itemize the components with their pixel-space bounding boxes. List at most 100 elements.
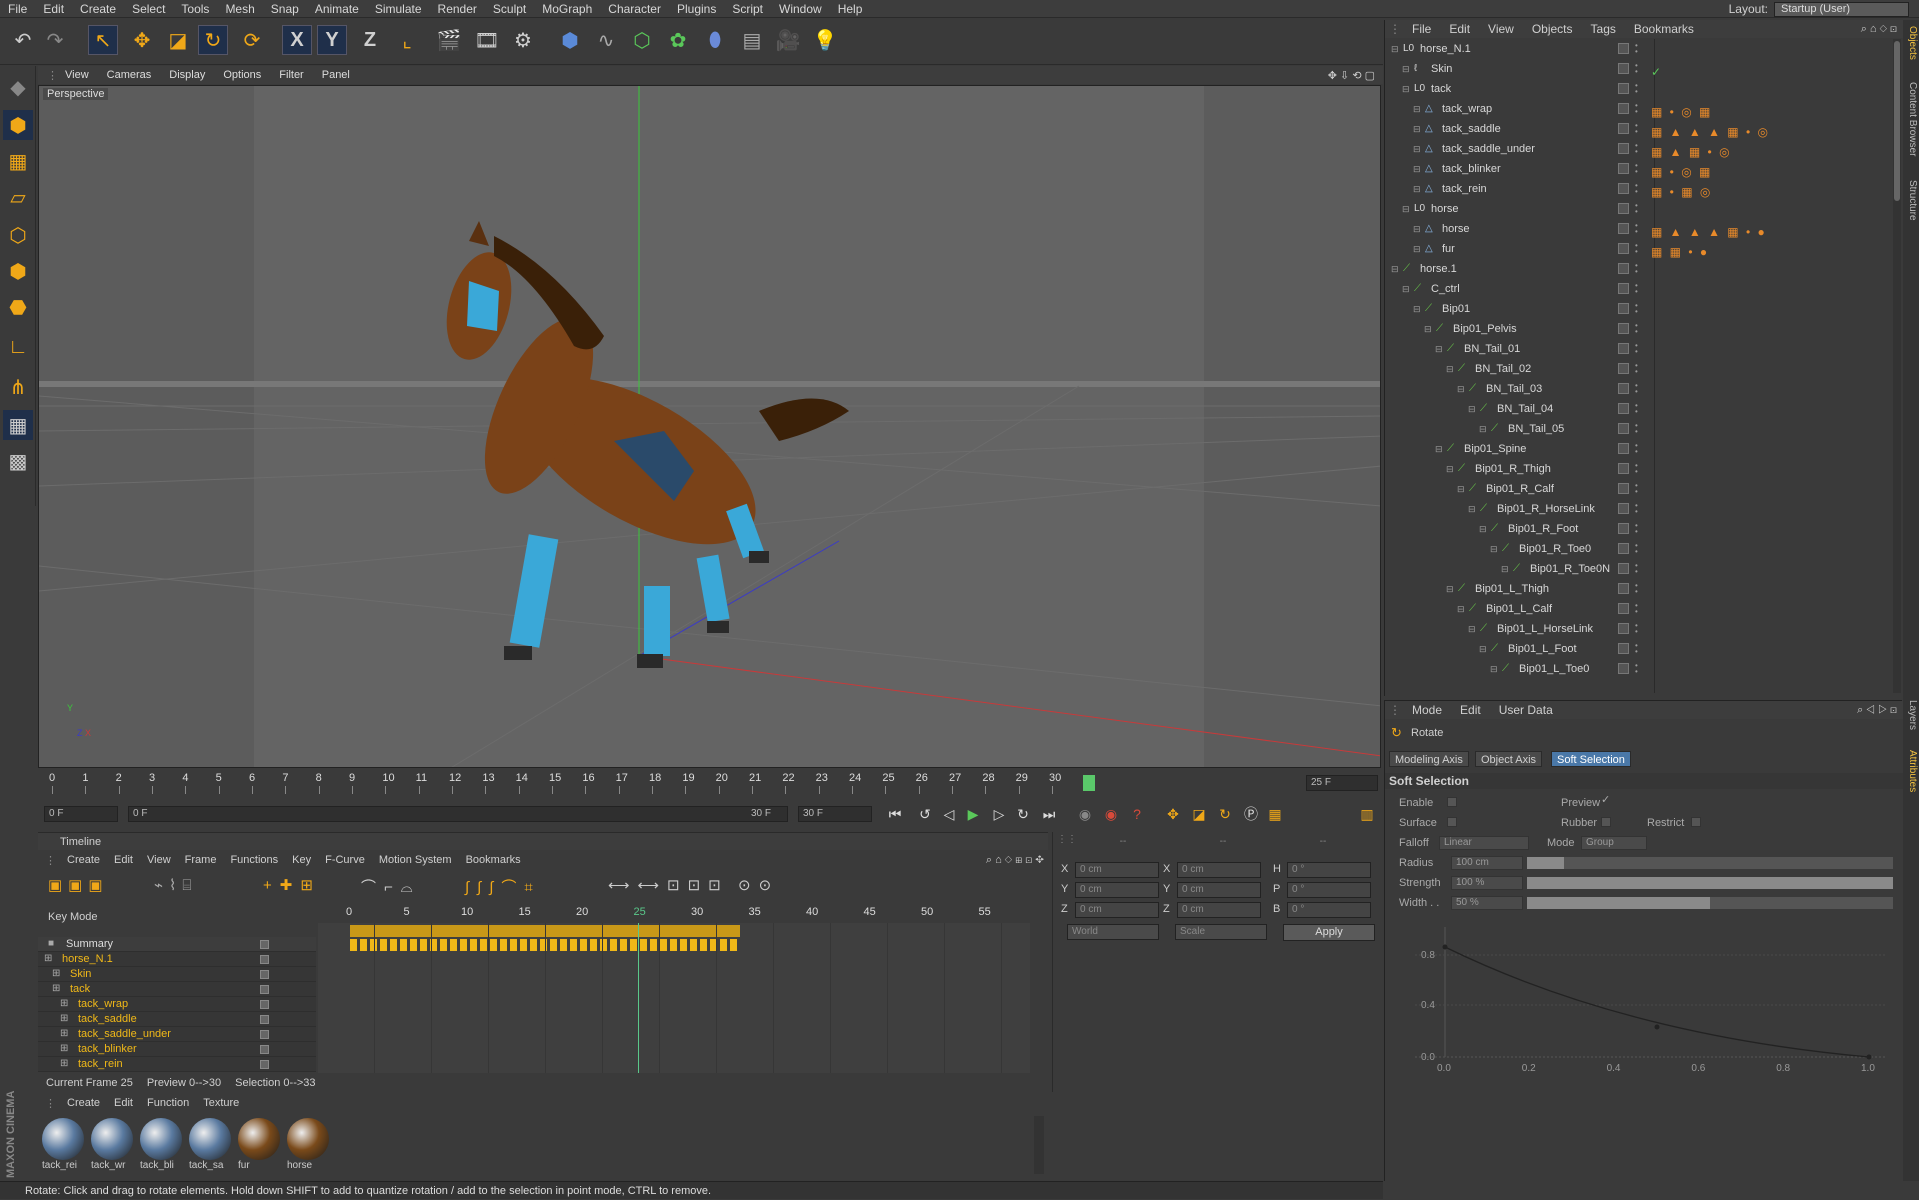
- object-visibility-dots[interactable]: • •: [1635, 242, 1641, 256]
- next-key-icon[interactable]: ↻: [1012, 804, 1034, 824]
- object-row[interactable]: ⊟ ℓ Skin • • ✓: [1385, 59, 1893, 80]
- timeline-track-row[interactable]: ⊞ Skin: [38, 967, 316, 982]
- object-visibility-dots[interactable]: • •: [1635, 202, 1641, 216]
- snap-icon[interactable]: ⋔: [3, 372, 33, 402]
- object-row[interactable]: ⊟ ⟋ Bip01 • •: [1385, 299, 1893, 319]
- object-layer-checkbox[interactable]: [1618, 383, 1629, 394]
- object-visibility-dots[interactable]: • •: [1635, 62, 1641, 76]
- object-layer-checkbox[interactable]: [1618, 623, 1629, 634]
- object-expand-icon[interactable]: ⊟: [1479, 419, 1487, 439]
- object-expand-icon[interactable]: ⊟: [1391, 259, 1399, 279]
- object-expand-icon[interactable]: ⊟: [1413, 179, 1421, 199]
- side-tab-attributes[interactable]: Attributes: [1904, 750, 1918, 792]
- previous-frame-icon[interactable]: ◁: [938, 804, 960, 824]
- preview-checkbox[interactable]: ✓: [1601, 793, 1610, 806]
- keyframe-selection-icon[interactable]: ?: [1126, 804, 1148, 824]
- object-expand-icon[interactable]: ⊟: [1479, 639, 1487, 659]
- surface-checkbox[interactable]: [1447, 817, 1457, 827]
- object-visibility-dots[interactable]: • •: [1635, 162, 1641, 176]
- object-expand-icon[interactable]: ⊟: [1413, 119, 1421, 139]
- perspective-viewport[interactable]: Perspective Y X Z: [38, 85, 1381, 768]
- track-expand-icon[interactable]: ■: [48, 938, 54, 949]
- timeline-menu-frame[interactable]: Frame: [178, 854, 224, 866]
- timeline-track-row[interactable]: ⊞ tack_saddle_under: [38, 1027, 316, 1042]
- object-row[interactable]: ⊟ ⟋ Bip01_R_HorseLink • •: [1385, 499, 1893, 519]
- object-expand-icon[interactable]: ⊟: [1435, 339, 1443, 359]
- object-layer-checkbox[interactable]: [1618, 483, 1629, 494]
- track-enable-checkbox[interactable]: [260, 1060, 269, 1069]
- material-scrollbar[interactable]: [1034, 1116, 1044, 1174]
- object-expand-icon[interactable]: ⊟: [1413, 219, 1421, 239]
- timeline-menu-bookmarks[interactable]: Bookmarks: [459, 854, 528, 866]
- object-row[interactable]: ⊟ △ fur • • ▦ ▦ • ●: [1385, 239, 1893, 260]
- material-swatch[interactable]: tack_sa: [189, 1118, 233, 1176]
- timeline-track-row[interactable]: ⊞ tack: [38, 982, 316, 997]
- object-expand-icon[interactable]: ⊟: [1446, 579, 1454, 599]
- object-scrollbar[interactable]: [1893, 39, 1901, 693]
- timeline-menu-motion-system[interactable]: Motion System: [372, 854, 459, 866]
- object-row[interactable]: ⊟ △ horse • • ▦ ▲ ▲ ▲ ▦ • ●: [1385, 219, 1893, 240]
- menu-window[interactable]: Window: [771, 2, 830, 16]
- viewport-menu-options[interactable]: Options: [214, 69, 270, 81]
- object-visibility-dots[interactable]: • •: [1635, 42, 1641, 56]
- object-visibility-dots[interactable]: • •: [1635, 402, 1641, 416]
- deformer-icon[interactable]: ⬮: [700, 25, 730, 55]
- object-visibility-dots[interactable]: • •: [1635, 622, 1641, 636]
- object-layer-checkbox[interactable]: [1618, 183, 1629, 194]
- menu-help[interactable]: Help: [830, 2, 871, 16]
- object-menu-objects[interactable]: Objects: [1523, 22, 1582, 36]
- axis-mode-icon[interactable]: ∟: [3, 332, 33, 362]
- track-enable-checkbox[interactable]: [260, 970, 269, 979]
- object-row[interactable]: ⊟ L0 tack • •: [1385, 79, 1893, 99]
- object-row[interactable]: ⊟ ⟋ BN_Tail_05 • •: [1385, 419, 1893, 439]
- menu-mesh[interactable]: Mesh: [217, 2, 262, 16]
- viewport-navigation-icon[interactable]: ✥ ⇩ ⟲ ▢: [1328, 69, 1375, 82]
- object-expand-icon[interactable]: ⊟: [1490, 659, 1498, 679]
- record-active-icon[interactable]: ◉: [1074, 804, 1096, 824]
- x-axis-button[interactable]: X: [282, 25, 312, 55]
- object-expand-icon[interactable]: ⊟: [1490, 539, 1498, 559]
- object-row[interactable]: ⊟ ⟋ Bip01_R_Toe0N • •: [1385, 559, 1893, 579]
- menu-mograph[interactable]: MoGraph: [534, 2, 600, 16]
- timeline-track-row[interactable]: ⊞ horse_N.1: [38, 952, 316, 967]
- timeline-mode-icons[interactable]: ▣▣▣: [48, 876, 109, 894]
- object-row[interactable]: ⊟ ⟋ Bip01_L_Calf • •: [1385, 599, 1893, 619]
- width-field[interactable]: 50 %: [1451, 896, 1523, 910]
- object-visibility-dots[interactable]: • •: [1635, 282, 1641, 296]
- material-swatch[interactable]: tack_bli: [140, 1118, 184, 1176]
- object-layer-checkbox[interactable]: [1618, 303, 1629, 314]
- light-icon[interactable]: 💡: [810, 25, 840, 55]
- coord-field[interactable]: 0 cm: [1177, 902, 1261, 918]
- coords-apply-button[interactable]: Apply: [1283, 924, 1375, 941]
- object-expand-icon[interactable]: ⊟: [1457, 599, 1465, 619]
- object-expand-icon[interactable]: ⊟: [1457, 379, 1465, 399]
- coord-field[interactable]: 0 cm: [1177, 862, 1261, 878]
- object-visibility-dots[interactable]: • •: [1635, 82, 1641, 96]
- object-row[interactable]: ⊟ ⟋ Bip01_R_Toe0 • •: [1385, 539, 1893, 559]
- timeline-nav-icon[interactable]: ⌕ ⌂ ⬦ ⊞ ⊡ ✥: [986, 854, 1044, 867]
- material-menu-function[interactable]: Function: [140, 1097, 196, 1109]
- rubber-checkbox[interactable]: [1601, 817, 1611, 827]
- object-visibility-dots[interactable]: • •: [1635, 262, 1641, 276]
- material-menu-edit[interactable]: Edit: [107, 1097, 140, 1109]
- falloff-curve-graph[interactable]: 0.0 0.2 0.4 0.6 0.8 1.0 0.8 0.4 0.0: [1385, 915, 1903, 1075]
- timeline-misc-icons[interactable]: ⟷⟷⊡⊡⊡: [608, 876, 729, 894]
- object-row[interactable]: ⊟ △ tack_saddle • • ▦ ▲ ▲ ▲ ▦ • ◎: [1385, 119, 1893, 140]
- object-visibility-dots[interactable]: • •: [1635, 382, 1641, 396]
- timeline-ruler[interactable]: 0 5 10 15 20 25 30 35 40 45 50 55: [318, 903, 1030, 923]
- object-layer-checkbox[interactable]: [1618, 163, 1629, 174]
- object-visibility-dots[interactable]: • •: [1635, 182, 1641, 196]
- object-row[interactable]: ⊟ △ tack_wrap • • ▦ • ◎ ▦: [1385, 99, 1893, 120]
- tab-modeling-axis[interactable]: Modeling Axis: [1389, 751, 1469, 767]
- timeline-track-row[interactable]: ⊞ tack_blinker: [38, 1042, 316, 1057]
- object-visibility-dots[interactable]: • •: [1635, 322, 1641, 336]
- object-row[interactable]: ⊟ ⟋ Bip01_R_Foot • •: [1385, 519, 1893, 539]
- object-layer-checkbox[interactable]: [1618, 543, 1629, 554]
- object-expand-icon[interactable]: ⊟: [1424, 319, 1432, 339]
- object-expand-icon[interactable]: ⊟: [1413, 299, 1421, 319]
- object-visibility-dots[interactable]: • •: [1635, 582, 1641, 596]
- object-layer-checkbox[interactable]: [1618, 563, 1629, 574]
- object-layer-checkbox[interactable]: [1618, 523, 1629, 534]
- object-layer-checkbox[interactable]: [1618, 143, 1629, 154]
- menu-select[interactable]: Select: [124, 2, 173, 16]
